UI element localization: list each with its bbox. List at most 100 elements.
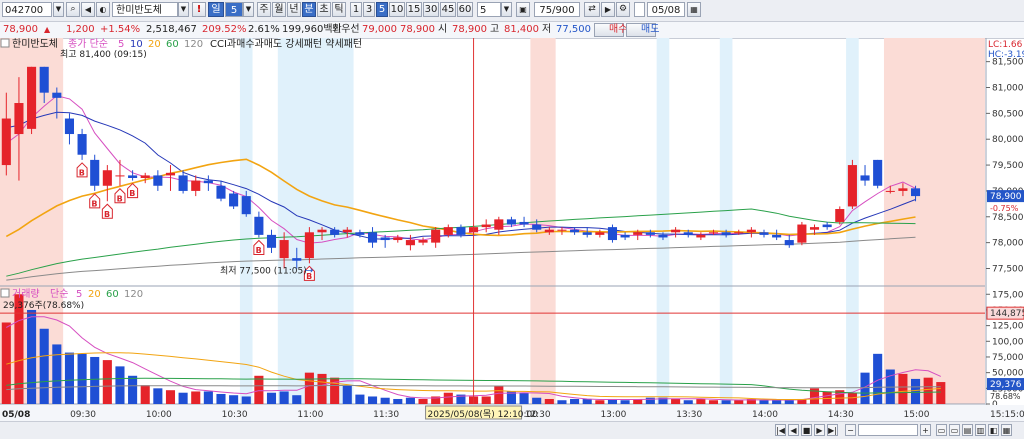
highlight-band <box>719 38 733 404</box>
candle-body <box>784 240 794 246</box>
candle-body <box>178 175 188 191</box>
period-minute-button[interactable]: 분 <box>302 2 316 17</box>
alert-button-label: ! <box>196 4 202 15</box>
hc-label: HC:-3.19 <box>988 50 1024 60</box>
view-option-2-icon[interactable]: ▭ <box>949 424 960 436</box>
sound-icon[interactable]: ◐ <box>96 2 110 17</box>
best-ask-value: 79,000 <box>362 24 397 35</box>
stock-code-input[interactable]: 042700 <box>2 2 52 17</box>
view-option-4-icon[interactable]: ▥ <box>975 424 986 436</box>
period-day-button[interactable]: 일 <box>208 2 224 17</box>
sell-button[interactable]: 매도 <box>626 23 659 37</box>
compare-icon[interactable]: ⇄ <box>584 2 600 17</box>
period-second-button[interactable]: 초 <box>317 2 331 17</box>
minute-30-button[interactable]: 30 <box>423 2 439 17</box>
date-field[interactable]: 05/08 <box>647 2 685 17</box>
minute-45-button[interactable]: 45 <box>440 2 456 17</box>
view-option-6-icon[interactable]: ▦ <box>1001 424 1012 436</box>
candle-body <box>620 234 630 238</box>
candle-body <box>708 232 719 234</box>
view-option-5-icon[interactable]: ◧ <box>988 424 999 436</box>
period-value-chevron-icon[interactable]: ▼ <box>243 2 254 17</box>
volume-bar <box>367 396 378 404</box>
forward-icon[interactable]: ▶ <box>601 2 615 17</box>
volume-bar <box>481 396 491 404</box>
minute-15-button[interactable]: 15 <box>406 2 422 17</box>
period-value-field[interactable]: 5 <box>225 2 243 17</box>
chart-area[interactable]: 81,50081,00080,50080,00079,50079,00078,5… <box>0 38 1024 438</box>
candle-body <box>216 185 226 199</box>
volume-bar <box>671 398 681 404</box>
quote-bar: 78,900 ▲ 1,200 +1.54% 2,518,467 209.52% … <box>0 22 1024 39</box>
time-label: 13:00 <box>600 410 626 420</box>
candle-body <box>418 240 428 243</box>
candle-body <box>671 229 681 233</box>
view-option-1-icon[interactable]: ▭ <box>936 424 947 436</box>
minute-5-button[interactable]: 5 <box>376 2 388 17</box>
minute-15-label: 15 <box>407 4 421 15</box>
view-option-3-icon[interactable]: ▤ <box>962 424 973 436</box>
interval-input[interactable]: 5 <box>477 2 501 17</box>
candle-body <box>77 134 87 155</box>
scroll-prev-icon[interactable]: ◀ <box>788 424 799 436</box>
volume-bar <box>847 392 857 404</box>
alert-button[interactable]: ! <box>192 2 206 17</box>
highlight-band <box>883 38 985 404</box>
calendar-icon[interactable]: ▦ <box>687 2 701 17</box>
period-value-text: 5 <box>230 5 238 16</box>
change-percent: +1.54% <box>100 24 141 35</box>
volume-bar <box>936 382 946 404</box>
period-tick-button[interactable]: 틱 <box>332 2 346 17</box>
volume-bar <box>696 398 706 404</box>
ma5-line <box>6 95 916 244</box>
chevron-down-icon[interactable]: ▼ <box>53 2 64 17</box>
zoom-out-icon[interactable]: − <box>845 424 856 436</box>
period-year-button[interactable]: 년 <box>287 2 301 17</box>
prev-arrow-icon[interactable]: ◀ <box>81 2 95 17</box>
high-value: 81,400 <box>504 24 539 35</box>
volume-legend-box-icon <box>0 288 10 298</box>
volume-bar <box>721 400 731 404</box>
zoom-slider[interactable] <box>858 424 918 436</box>
candle-body <box>570 229 580 233</box>
scroll-first-icon[interactable]: |◀ <box>775 424 786 436</box>
zoom-in-icon[interactable]: + <box>920 424 931 436</box>
period-month-button[interactable]: 월 <box>272 2 286 17</box>
minute-60-button[interactable]: 60 <box>457 2 473 17</box>
volume-bar <box>910 378 921 404</box>
date-text: 05/08 <box>651 5 681 16</box>
best-bid-value: 78,900 <box>400 24 435 35</box>
period-week-button[interactable]: 주 <box>257 2 271 17</box>
volume-bar <box>266 392 277 404</box>
buy-button[interactable]: 매수 <box>594 23 627 37</box>
chart-navigation-bar: |◀ ◀ ■ ▶ ▶| − + ▭ ▭ ▤ ▥ ◧ ▦ <box>0 421 1024 439</box>
scroll-last-icon[interactable]: ▶| <box>827 424 838 436</box>
stock-name-chevron-icon[interactable]: ▼ <box>178 2 189 17</box>
candle-body <box>431 229 441 243</box>
candle-body <box>102 170 112 186</box>
minute-1-button[interactable]: 1 <box>350 2 362 17</box>
interval-chevron-icon[interactable]: ▼ <box>501 2 512 17</box>
gear-icon[interactable]: ⚙ <box>616 2 630 17</box>
scroll-next-icon[interactable]: ▶ <box>814 424 825 436</box>
ma60-line <box>6 208 916 277</box>
volume-bar <box>443 392 453 404</box>
data-count-field: 75/900 <box>534 2 580 17</box>
price-tick-label: 78,500 <box>992 213 1024 223</box>
volume-bar <box>683 400 693 404</box>
price-volume-chart[interactable]: 81,50081,00080,50080,00079,50079,00078,5… <box>0 38 1024 421</box>
price-tick-label: 77,500 <box>992 264 1024 274</box>
date-checkbox[interactable] <box>634 2 645 17</box>
minute-3-button[interactable]: 3 <box>363 2 375 17</box>
minute-10-button[interactable]: 10 <box>389 2 405 17</box>
price-tick-label: 81,000 <box>992 84 1024 94</box>
search-icon[interactable]: ⌕ <box>66 2 80 17</box>
candle-body <box>229 193 239 207</box>
stock-name-field[interactable]: 한미반도체 <box>112 2 178 17</box>
scroll-stop-icon[interactable]: ■ <box>801 424 812 436</box>
lock-icon[interactable]: ▣ <box>516 2 530 17</box>
candle-body <box>696 234 706 238</box>
candle-body <box>885 190 895 192</box>
crosshair-time-label: 2025/05/08(목) 12:10:00 <box>428 409 539 420</box>
time-label: 05/08 <box>2 410 30 420</box>
